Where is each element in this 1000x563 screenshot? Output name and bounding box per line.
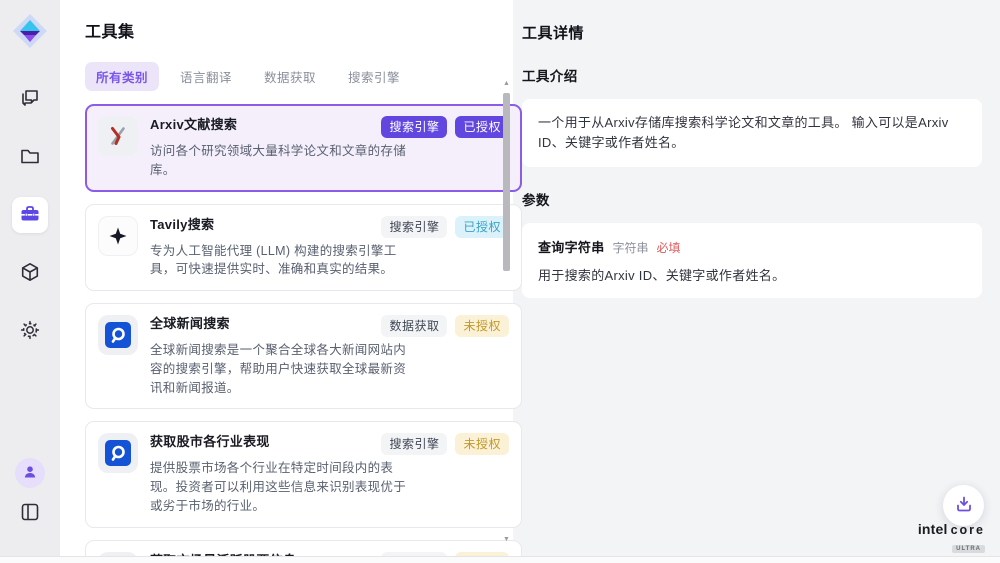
panel-layout-icon xyxy=(19,501,41,526)
tool-title: 全球新闻搜索 xyxy=(150,315,230,333)
download-icon xyxy=(955,495,973,516)
param-card: 查询字符串 字符串 必填 用于搜索的Arxiv ID、关键字或作者姓名。 xyxy=(522,223,982,298)
core-wordmark: core xyxy=(951,523,985,537)
auth-badge: 已授权 xyxy=(455,216,509,238)
intro-heading: 工具介绍 xyxy=(522,65,982,85)
sidebar-item-settings[interactable] xyxy=(12,313,48,349)
tab-all-categories[interactable]: 所有类别 xyxy=(85,62,159,91)
param-name: 查询字符串 xyxy=(538,237,605,256)
scroll-down-icon[interactable]: ▼ xyxy=(502,536,511,544)
tool-description: 访问各个研究领域大量科学论文和文章的存储库。 xyxy=(150,142,408,180)
params-heading: 参数 xyxy=(522,189,982,209)
gear-icon xyxy=(19,319,41,344)
arxiv-icon xyxy=(98,116,138,156)
category-tabs: 所有类别 语言翻译 数据获取 搜索引擎 xyxy=(85,62,513,91)
category-badge: 搜索引擎 xyxy=(381,116,447,138)
tab-search-engine[interactable]: 搜索引擎 xyxy=(337,62,411,91)
tool-description: 提供股票市场各个行业在特定时间段内的表现。投资者可以利用这些信息来识别表现优于或… xyxy=(150,459,408,515)
tool-card-arxiv[interactable]: Arxiv文献搜索 搜索引擎 已授权 访问各个研究领域大量科学论文和文章的存储库… xyxy=(85,104,522,192)
ultra-badge: ULTRA xyxy=(952,545,985,553)
tab-data-acquisition[interactable]: 数据获取 xyxy=(253,62,327,91)
tool-card-tavily[interactable]: Tavily搜索 搜索引擎 已授权 专为人工智能代理 (LLM) 构建的搜索引擎… xyxy=(85,204,522,292)
sidebar-nav xyxy=(12,81,48,349)
page-title: 工具集 xyxy=(85,18,513,42)
auth-badge: 未授权 xyxy=(455,315,509,337)
intel-wordmark: intel xyxy=(918,521,948,537)
category-badge: 搜索引擎 xyxy=(381,433,447,455)
intel-core-logo: intel core ULTRA xyxy=(918,521,985,555)
tool-list: Arxiv文献搜索 搜索引擎 已授权 访问各个研究领域大量科学论文和文章的存储库… xyxy=(85,104,522,563)
category-badge: 数据获取 xyxy=(381,315,447,337)
auth-badge: 未授权 xyxy=(455,433,509,455)
tool-title: 获取股市各行业表现 xyxy=(150,433,270,451)
blue-search-icon xyxy=(98,433,138,473)
category-badge: 搜索引擎 xyxy=(381,216,447,238)
user-avatar[interactable] xyxy=(15,458,45,488)
blue-search-icon xyxy=(98,315,138,355)
tool-description: 全球新闻搜索是一个聚合全球各大新闻网站内容的搜索引擎，帮助用户快速获取全球最新资… xyxy=(150,341,408,397)
intro-card: 一个用于从Arxiv存储库搜索科学论文和文章的工具。 输入可以是Arxiv ID… xyxy=(522,99,982,167)
tool-details-panel: 工具详情 工具介绍 一个用于从Arxiv存储库搜索科学论文和文章的工具。 输入可… xyxy=(513,0,1000,556)
sidebar-bottom xyxy=(15,458,45,526)
sidebar-item-packages[interactable] xyxy=(12,255,48,291)
param-required-flag: 必填 xyxy=(657,239,681,256)
sidebar-item-chat[interactable] xyxy=(12,81,48,117)
scroll-up-icon[interactable]: ▲ xyxy=(502,80,511,88)
person-icon xyxy=(22,464,38,483)
param-description: 用于搜索的Arxiv ID、关键字或作者姓名。 xyxy=(538,265,966,284)
toggle-sidebar-button[interactable] xyxy=(15,500,45,526)
scrollbar-thumb[interactable] xyxy=(503,93,510,271)
sidebar xyxy=(0,0,60,556)
list-scrollbar[interactable]: ▲ ▼ xyxy=(502,80,511,548)
tool-card-global-news[interactable]: 全球新闻搜索 数据获取 未授权 全球新闻搜索是一个聚合全球各大新闻网站内容的搜索… xyxy=(85,303,522,409)
window-bottom-strip xyxy=(0,556,1000,563)
tool-title: Arxiv文献搜索 xyxy=(150,116,237,134)
auth-badge: 已授权 xyxy=(455,116,509,138)
folder-icon xyxy=(19,145,41,170)
cube-icon xyxy=(19,261,41,286)
download-button[interactable] xyxy=(943,485,984,526)
sidebar-item-files[interactable] xyxy=(12,139,48,175)
toolset-panel: 工具集 所有类别 语言翻译 数据获取 搜索引擎 Arxiv文献搜索 搜索引擎 已… xyxy=(60,0,513,556)
sidebar-item-toolbox[interactable] xyxy=(12,197,48,233)
intro-text: 一个用于从Arxiv存储库搜索科学论文和文章的工具。 输入可以是Arxiv ID… xyxy=(538,113,966,153)
toolbox-icon xyxy=(19,203,41,228)
chat-icon xyxy=(19,87,41,112)
tab-language-translation[interactable]: 语言翻译 xyxy=(169,62,243,91)
details-title: 工具详情 xyxy=(522,22,982,43)
tool-description: 专为人工智能代理 (LLM) 构建的搜索引擎工具，可快速提供实时、准确和真实的结… xyxy=(150,242,408,280)
param-type: 字符串 xyxy=(613,239,649,256)
tool-title: Tavily搜索 xyxy=(150,216,214,234)
tavily-star-icon xyxy=(98,216,138,256)
app-logo-icon xyxy=(10,11,50,51)
tool-card-sector-performance[interactable]: 获取股市各行业表现 搜索引擎 未授权 提供股票市场各个行业在特定时间段内的表现。… xyxy=(85,421,522,527)
